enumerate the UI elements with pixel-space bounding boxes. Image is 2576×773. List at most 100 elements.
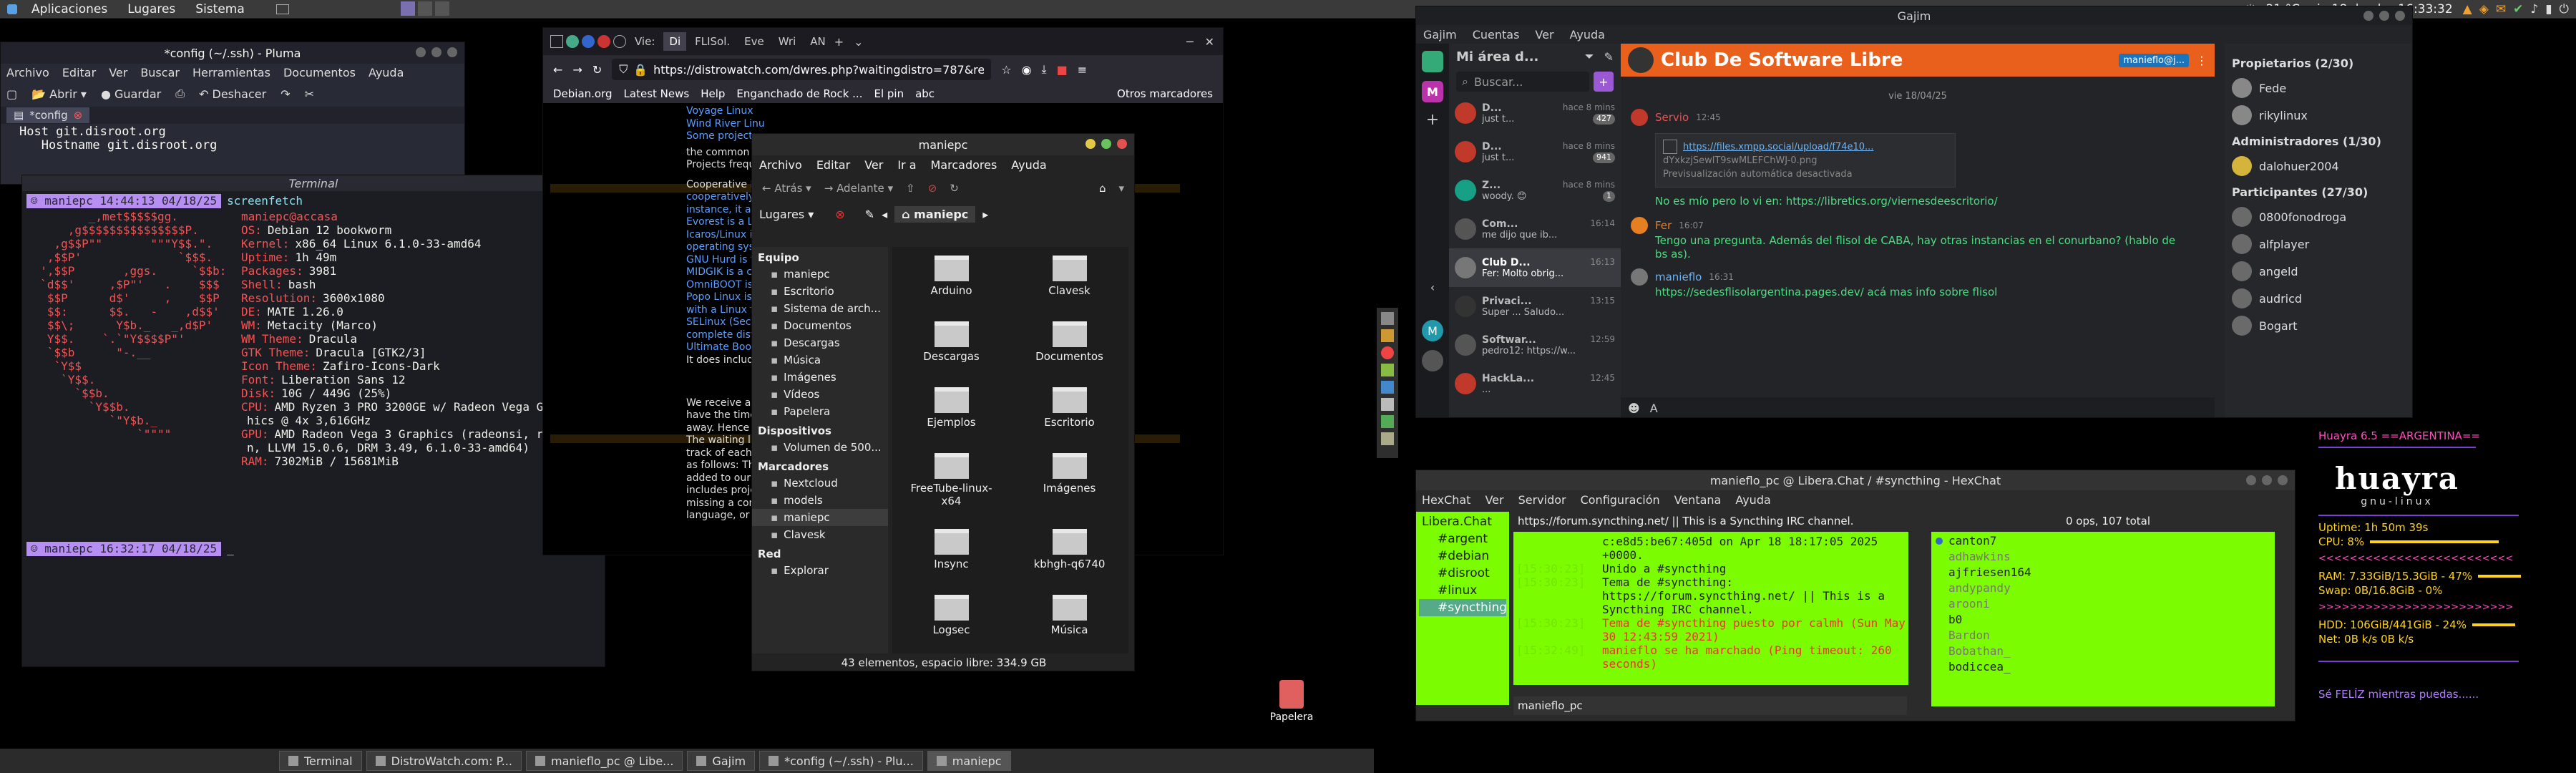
bookmark-latest-news[interactable]: Latest News <box>624 87 690 100</box>
workspace-m-icon[interactable]: M <box>1422 81 1443 102</box>
gajim-home-icon[interactable] <box>1422 51 1443 72</box>
user-item[interactable]: bodiccea_ <box>1936 659 2270 675</box>
member-item[interactable]: alfplayer <box>2232 230 2405 258</box>
format-icon[interactable]: A <box>1650 402 1658 415</box>
bookmark-star-icon[interactable]: ☆ <box>1001 63 1011 77</box>
dock-icon-1[interactable] <box>1381 312 1394 325</box>
edit-icon[interactable]: ✎ <box>1604 50 1614 64</box>
channel-item[interactable]: #linux <box>1419 582 1506 599</box>
workspace-switcher[interactable] <box>401 1 449 16</box>
preview-url[interactable]: https://files.xmpp.social/upload/f74e10.… <box>1683 140 1873 154</box>
minimize-button[interactable] <box>2363 11 2373 21</box>
url-bar[interactable]: ⛉ 🔒 https://distrowatch.com/dwres.php?wa… <box>612 59 992 80</box>
sidebar-item[interactable]: ▪ Imágenes <box>752 369 888 386</box>
hexchat-titlebar[interactable]: manieflo_pc @ Libera.Chat / #syncthing -… <box>1416 470 2295 490</box>
taskbar-item[interactable]: maniepc <box>927 751 1011 771</box>
close-window-icon[interactable]: ✕ <box>1205 35 1214 49</box>
user-item[interactable]: Bardon <box>1936 628 2270 643</box>
menu-buscar[interactable]: Buscar <box>140 66 180 79</box>
home-icon[interactable]: ⌂ <box>1099 182 1106 195</box>
print-icon[interactable]: ⎙ <box>175 87 185 101</box>
tab-2-active[interactable]: Di <box>663 32 687 51</box>
menu-ver[interactable]: Ver <box>1485 493 1503 507</box>
downloads-icon[interactable]: ⤓ <box>1042 62 1047 77</box>
message-input[interactable] <box>1668 400 2207 416</box>
menu-ir-a[interactable]: Ir a <box>897 158 916 172</box>
forward-button[interactable]: → Adelante ▾ <box>824 182 893 195</box>
new-icon[interactable]: ▢ <box>6 87 17 101</box>
desktop-trash[interactable]: Papelera <box>1267 680 1317 723</box>
member-item[interactable]: Fede <box>2232 74 2405 102</box>
file-item[interactable]: kbhgh-q6740 <box>1010 529 1128 588</box>
menu-configuracion[interactable]: Configuración <box>1581 493 1660 507</box>
menu-ventana[interactable]: Ventana <box>1674 493 1722 507</box>
menu-documentos[interactable]: Documentos <box>283 66 356 79</box>
chat-list-item[interactable]: D... hace 8 mins just t... 941 <box>1449 132 1621 171</box>
undo-button[interactable]: ↶ Deshacer <box>199 87 266 101</box>
tray-power-icon[interactable]: ⏻ <box>2560 2 2569 16</box>
member-item[interactable]: 0800fonodroga <box>2232 203 2405 230</box>
menu-cuentas[interactable]: Cuentas <box>1473 28 1520 42</box>
path-right-arrow[interactable]: ▸ <box>982 208 988 221</box>
addon-icon[interactable]: ■ <box>1057 63 1068 77</box>
bookmark-abc[interactable]: abc <box>915 87 935 100</box>
terminal-titlebar[interactable]: Terminal <box>22 175 605 191</box>
reload-icon[interactable]: ↻ <box>592 63 602 77</box>
close-button[interactable] <box>2278 475 2288 485</box>
stop-icon[interactable]: ⊘ <box>928 182 937 195</box>
terminal-launcher-icon[interactable] <box>275 4 289 14</box>
sidebar-item[interactable]: ▪ Descargas <box>752 334 888 351</box>
menu-ver[interactable]: Ver <box>864 158 883 172</box>
chat-list-item[interactable]: Club D... 16:13 Fer: Molto obrig... <box>1449 248 1621 287</box>
dock-icon-6[interactable] <box>1381 398 1394 411</box>
member-item[interactable]: Bogart <box>2232 312 2405 339</box>
sidebar-item[interactable]: ▪ Clavesk <box>752 526 888 543</box>
topic-text[interactable]: https://forum.syncthing.net/ || This is … <box>1518 515 1854 528</box>
new-tab-icon[interactable]: + <box>834 35 844 49</box>
file-item[interactable]: Logsec <box>892 595 1010 653</box>
menu-servidor[interactable]: Servidor <box>1518 493 1566 507</box>
bookmark-el-pin[interactable]: El pin <box>874 87 904 100</box>
menu-ayuda[interactable]: Ayuda <box>369 66 404 79</box>
menu-gajim[interactable]: Gajim <box>1423 28 1457 42</box>
tab-close-icon[interactable]: ⊗ <box>74 109 83 122</box>
dock-icon-8[interactable] <box>1381 432 1394 445</box>
sidebar-item[interactable]: ▪ Volumen de 500... <box>752 439 888 456</box>
edit-path-icon[interactable]: ✎ <box>865 208 874 221</box>
menu-archivo[interactable]: Archivo <box>759 158 802 172</box>
tab-list-icon[interactable]: ⌄ <box>854 35 863 49</box>
tab-6[interactable]: AN <box>804 35 831 48</box>
user-item[interactable]: ajfriesen164 <box>1936 565 2270 580</box>
bookmark-icon[interactable]: ▾ <box>1118 182 1124 195</box>
filter-icon[interactable]: ⏷ <box>1585 49 1594 64</box>
menu-ayuda[interactable]: Ayuda <box>1570 28 1605 42</box>
emoji-icon[interactable]: ☻ <box>1628 402 1640 415</box>
tray-warning-icon[interactable]: ▲ <box>2463 2 2472 16</box>
user-item[interactable]: Bobathan_ <box>1936 643 2270 659</box>
chat-list-item[interactable]: Com... 16:14 me dijo que ib... <box>1449 210 1621 248</box>
maximize-button[interactable] <box>2379 11 2389 21</box>
workspace-1[interactable] <box>401 1 415 16</box>
collapse-icon[interactable]: ‹ <box>1430 281 1435 294</box>
taskbar-item[interactable]: *config (~/.ssh) - Plu... <box>759 751 923 771</box>
pluma-editor[interactable]: Host git.disroot.org Hostname git.disroo… <box>1 124 464 152</box>
forward-icon[interactable]: → <box>572 63 582 77</box>
channel-item[interactable]: #argent <box>1419 530 1506 548</box>
file-item[interactable]: Arduino <box>892 256 1010 314</box>
sidebar-item[interactable]: ▪ Papelera <box>752 403 888 420</box>
account-avatar-m[interactable]: M <box>1422 320 1443 341</box>
taskbar-item[interactable]: Gajim <box>687 751 756 771</box>
tray-mail-icon[interactable]: ✉ <box>2496 2 2506 16</box>
menu-editar[interactable]: Editar <box>62 66 96 79</box>
member-item[interactable]: audricd <box>2232 285 2405 312</box>
sidebar-item[interactable]: ▪ Documentos <box>752 317 888 334</box>
user-item[interactable]: b0 <box>1936 612 2270 628</box>
channel-item[interactable]: #syncthing <box>1419 599 1507 616</box>
menu-ver[interactable]: Ver <box>1535 28 1553 42</box>
maximize-button[interactable] <box>431 47 441 57</box>
tray-check-icon[interactable]: ✔ <box>2513 2 2523 16</box>
cut-icon[interactable]: ✂ <box>305 87 314 101</box>
menu-aplicaciones[interactable]: Aplicaciones <box>21 2 117 16</box>
redo-icon[interactable]: ↷ <box>280 87 290 101</box>
tray-volume-icon[interactable]: ♪ <box>2530 2 2538 16</box>
